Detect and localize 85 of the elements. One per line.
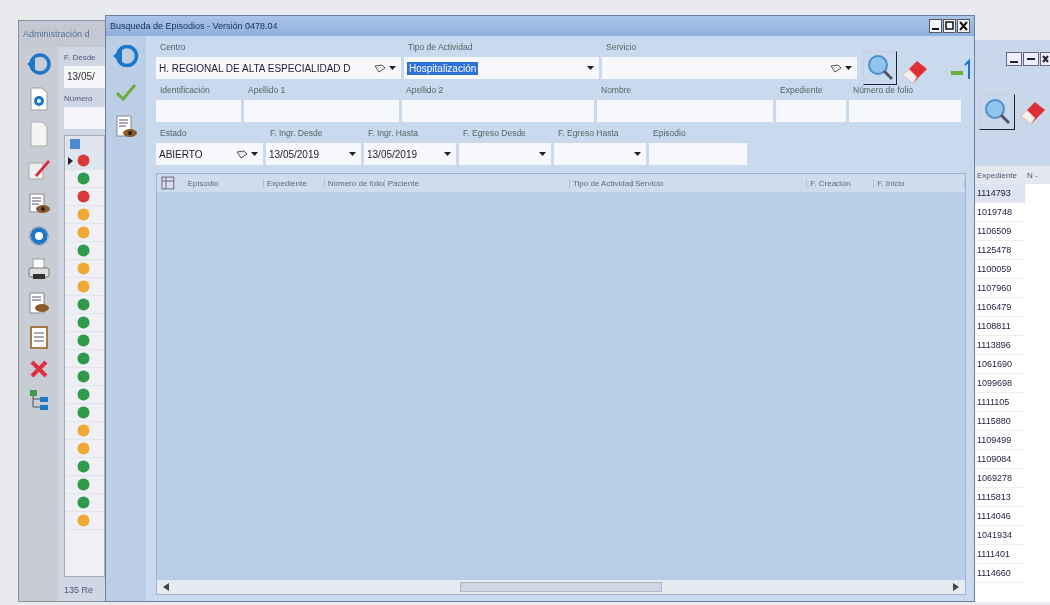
field-label: Servicio — [605, 41, 638, 54]
date-field[interactable]: 13/05/ — [64, 66, 105, 88]
gear-icon[interactable] — [28, 225, 50, 247]
dropdown-field[interactable]: ABIERTO — [156, 143, 263, 165]
dropdown-field[interactable] — [554, 143, 646, 165]
dropdown-arrow-icon — [349, 152, 356, 156]
document-eye-icon[interactable] — [114, 114, 138, 140]
field-label: F. Ingr. Hasta — [367, 127, 420, 140]
field-label: Centro — [159, 41, 187, 54]
close-icon[interactable] — [957, 19, 970, 33]
field-label: F. Egreso Desde — [462, 127, 527, 140]
record-count: 135 Re — [64, 584, 95, 597]
dropdown-field[interactable] — [459, 143, 551, 165]
tree-icon[interactable] — [29, 389, 49, 411]
dropdown-arrow-icon — [251, 152, 258, 156]
scroll-left-icon[interactable] — [163, 583, 169, 591]
document-icon[interactable] — [29, 121, 49, 147]
dropdown-arrow-icon — [587, 66, 594, 70]
dropdown-arrow-icon — [444, 152, 451, 156]
column-header[interactable]: N - — [1027, 170, 1038, 180]
document-eye-icon[interactable] — [27, 291, 51, 315]
text-field[interactable] — [597, 100, 773, 122]
column-header[interactable]: Expediente — [263, 178, 325, 188]
dropdown-field[interactable]: 13/05/2019 — [266, 143, 361, 165]
column-header[interactable]: Tipo de Actividad — [569, 178, 632, 188]
text-field[interactable] — [156, 100, 241, 122]
filter-icon — [236, 149, 248, 159]
minimize-icon[interactable] — [929, 19, 942, 33]
dropdown-field[interactable] — [602, 57, 857, 79]
grid-icon — [161, 176, 175, 190]
field-label: Número — [64, 93, 94, 105]
field-label: Identificación — [159, 84, 211, 97]
field-label: Expediente — [779, 84, 824, 97]
dropdown-arrow-icon — [389, 66, 396, 70]
dropdown-arrow-icon — [634, 152, 641, 156]
restore-icon[interactable] — [1023, 52, 1039, 66]
column-header[interactable]: Número de folio — [324, 178, 385, 188]
text-field[interactable] — [649, 143, 747, 165]
maximize-icon[interactable] — [943, 19, 956, 33]
field-label: F. Ingr. Desde — [269, 127, 324, 140]
field-label: Apellido 1 — [247, 84, 287, 97]
document-eye-icon[interactable] — [27, 191, 51, 215]
field-label: Tipo de Actividad — [407, 41, 474, 54]
window-title: Busqueda de Episodios - Versión 0478.04 — [110, 21, 278, 31]
field-label: Estado — [159, 127, 188, 140]
row-pointer-icon — [68, 156, 73, 165]
grid-icon — [69, 138, 81, 150]
text-field[interactable] — [244, 100, 399, 122]
minimize-icon[interactable] — [1006, 52, 1022, 66]
scroll-right-icon[interactable] — [953, 583, 959, 591]
gear-document-icon[interactable] — [29, 87, 49, 111]
check-icon[interactable] — [115, 82, 137, 102]
column-header[interactable]: Episodio — [184, 178, 264, 188]
column-header[interactable]: F. Creación — [807, 178, 875, 188]
field-label: F. Egreso Hasta — [557, 127, 620, 140]
dropdown-field[interactable]: Hospitalización — [404, 57, 599, 79]
grid-row[interactable] — [65, 152, 104, 170]
pencil-icon[interactable] — [27, 157, 51, 181]
column-header[interactable]: F. Inicio — [874, 178, 965, 188]
column-header[interactable]: Paciente — [384, 178, 570, 188]
search-icon[interactable] — [863, 51, 897, 85]
dropdown-arrow-icon — [845, 66, 852, 70]
clipboard-icon[interactable] — [29, 325, 49, 349]
text-field[interactable] — [849, 100, 961, 122]
table-cell[interactable]: 1114793 — [975, 184, 1025, 203]
field-label: F. Desde — [64, 52, 97, 64]
horizontal-scrollbar[interactable] — [157, 580, 965, 594]
text-field[interactable] — [402, 100, 594, 122]
filter-icon — [830, 63, 842, 73]
text-field[interactable] — [776, 100, 846, 122]
column-header[interactable]: Expediente — [975, 170, 1027, 180]
filter-icon — [374, 63, 386, 73]
dropdown-arrow-icon — [539, 152, 546, 156]
number-field[interactable] — [64, 107, 105, 129]
field-label: Episodio — [652, 127, 687, 140]
dropdown-field[interactable]: 13/05/2019 — [364, 143, 456, 165]
dropdown-field[interactable]: H. REGIONAL DE ALTA ESPECIALIDAD D — [156, 57, 401, 79]
field-label: Nombre — [600, 84, 633, 97]
window-title: Administración d — [22, 28, 91, 41]
delete-icon[interactable] — [29, 359, 49, 379]
field-label: Número de folio — [852, 84, 914, 97]
field-label: Apellido 2 — [405, 84, 445, 97]
close-icon[interactable] — [1040, 52, 1050, 66]
search-icon[interactable] — [979, 94, 1015, 130]
printer-icon[interactable] — [27, 257, 51, 281]
